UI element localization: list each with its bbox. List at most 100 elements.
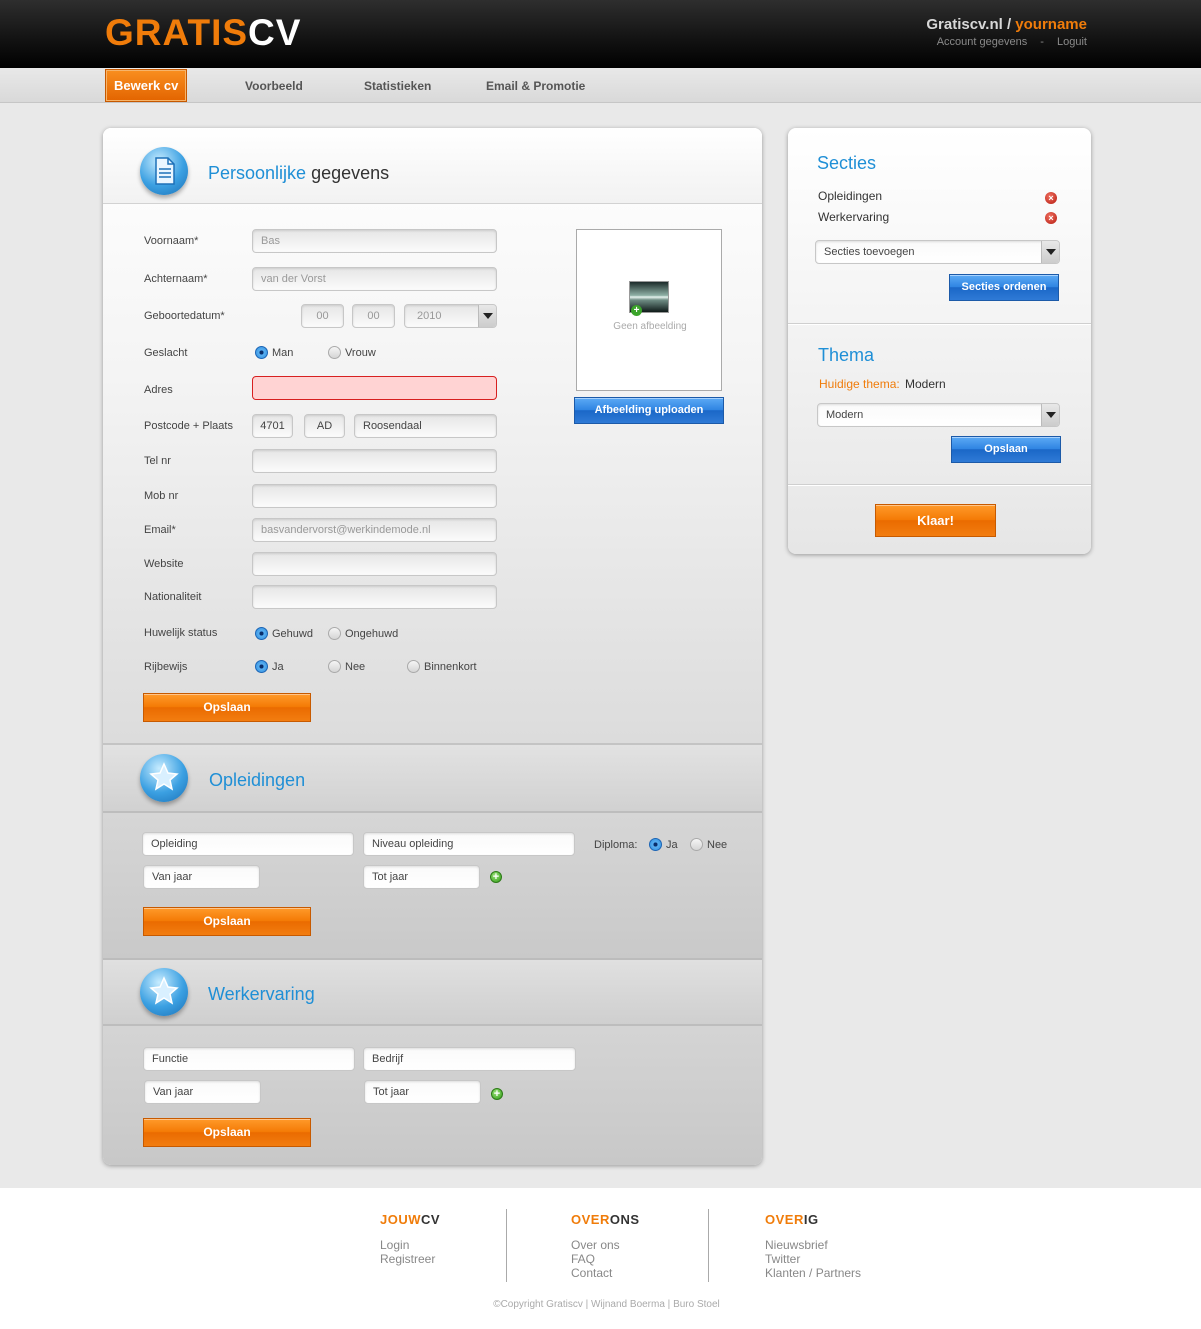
footer-link-klanten-partners[interactable]: Klanten / Partners xyxy=(765,1266,861,1280)
footer-link-over-ons[interactable]: Over ons xyxy=(571,1238,640,1252)
footer-col-overons: OVERONS Over ons FAQ Contact xyxy=(571,1212,640,1280)
tel-input[interactable] xyxy=(252,449,497,473)
nav-email-promotie[interactable]: Email & Promotie xyxy=(486,68,585,103)
license-radio-binnenkort[interactable]: Binnenkort xyxy=(407,660,487,673)
radio-checked-icon xyxy=(255,346,268,359)
footer-link-twitter[interactable]: Twitter xyxy=(765,1252,861,1266)
account-settings-link[interactable]: Account gegevens xyxy=(937,36,1028,48)
postcode-digits-input[interactable]: 4701 xyxy=(252,414,293,438)
work-save-button[interactable]: Opslaan xyxy=(143,1118,311,1147)
account-area: Gratiscv.nl / yourname Account gegevens … xyxy=(926,16,1087,48)
education-to-year-input[interactable]: Tot jaar xyxy=(363,865,480,889)
gender-radio-vrouw-label: Vrouw xyxy=(345,347,376,359)
chevron-down-icon xyxy=(478,305,496,327)
voornaam-label: Voornaam* xyxy=(144,235,199,247)
achternaam-input[interactable]: van der Vorst xyxy=(252,267,497,291)
photo-preview: + Geen afbeelding xyxy=(576,229,722,391)
chevron-down-icon xyxy=(1041,404,1059,426)
adres-label: Adres xyxy=(144,384,173,396)
marital-radio-ongehuwd-label: Ongehuwd xyxy=(345,628,399,640)
functie-input[interactable]: Functie xyxy=(143,1047,355,1071)
bedrijf-input[interactable]: Bedrijf xyxy=(363,1047,576,1071)
section-item-werkervaring: Werkervaring xyxy=(818,210,890,224)
done-button[interactable]: Klaar! xyxy=(875,504,996,537)
username[interactable]: yourname xyxy=(1015,16,1087,33)
footer-separator xyxy=(506,1209,507,1282)
theme-save-button[interactable]: Opslaan xyxy=(951,436,1061,463)
footer-heading-accent: OVER xyxy=(571,1212,610,1227)
diploma-radio-nee[interactable]: Nee xyxy=(690,838,735,851)
marital-radio-gehuwd-label: Gehuwd xyxy=(272,628,313,640)
add-image-icon: + xyxy=(631,305,642,316)
theme-select[interactable]: Modern xyxy=(817,403,1060,427)
account-links: Account gegevens - Loguit xyxy=(926,36,1087,48)
education-section-title: Opleidingen xyxy=(209,770,306,790)
footer-heading-accent: JOUW xyxy=(380,1212,421,1227)
opleiding-input[interactable]: Opleiding xyxy=(142,832,354,856)
postcode-label: Postcode + Plaats xyxy=(144,420,233,432)
nationaliteit-label: Nationaliteit xyxy=(144,591,202,603)
marital-radio-ongehuwd[interactable]: Ongehuwd xyxy=(328,627,408,640)
birth-month-input[interactable]: 00 xyxy=(352,304,395,328)
work-to-year-input[interactable]: Tot jaar xyxy=(364,1080,481,1104)
logout-link[interactable]: Loguit xyxy=(1057,36,1087,48)
rijbewijs-label: Rijbewijs xyxy=(144,661,188,673)
footer-link-registreer[interactable]: Registreer xyxy=(380,1252,440,1266)
diploma-radio-ja[interactable]: Ja xyxy=(649,838,689,851)
site-name[interactable]: Gratiscv.nl xyxy=(926,16,1002,33)
diploma-radio-ja-label: Ja xyxy=(666,839,678,851)
nav-bewerk-cv[interactable]: Bewerk cv xyxy=(105,69,188,102)
nav-voorbeeld[interactable]: Voorbeeld xyxy=(245,68,303,103)
niveau-opleiding-input[interactable]: Niveau opleiding xyxy=(363,832,575,856)
license-radio-nee[interactable]: Nee xyxy=(328,660,373,673)
education-from-year-input[interactable]: Van jaar xyxy=(143,865,260,889)
add-work-icon[interactable]: + xyxy=(491,1088,503,1100)
nav-statistieken[interactable]: Statistieken xyxy=(364,68,431,103)
order-sections-button[interactable]: Secties ordenen xyxy=(949,274,1059,301)
add-education-icon[interactable]: + xyxy=(490,871,502,883)
upload-image-button[interactable]: Afbeelding uploaden xyxy=(574,397,724,424)
radio-unchecked-icon xyxy=(328,627,341,640)
footer-link-login[interactable]: Login xyxy=(380,1238,440,1252)
website-input[interactable] xyxy=(252,552,497,576)
footer-heading-rest: CV xyxy=(421,1212,441,1227)
gender-radio-vrouw[interactable]: Vrouw xyxy=(328,346,388,359)
remove-section-icon[interactable]: × xyxy=(1045,192,1057,204)
personal-save-button[interactable]: Opslaan xyxy=(143,693,311,722)
nationaliteit-input[interactable] xyxy=(252,585,497,609)
logo[interactable]: GRATISCV xyxy=(105,13,301,53)
birth-day-input[interactable]: 00 xyxy=(301,304,344,328)
footer-heading-accent: OVER xyxy=(765,1212,804,1227)
footer: JOUWCV Login Registreer OVERONS Over ons… xyxy=(0,1188,1201,1329)
license-radio-ja[interactable]: Ja xyxy=(255,660,295,673)
footer-link-faq[interactable]: FAQ xyxy=(571,1252,640,1266)
footer-link-contact[interactable]: Contact xyxy=(571,1266,640,1280)
footer-link-nieuwsbrief[interactable]: Nieuwsbrief xyxy=(765,1238,861,1252)
theme-select-value: Modern xyxy=(826,409,864,421)
footer-col-overig: OVERIG Nieuwsbrief Twitter Klanten / Par… xyxy=(765,1212,861,1280)
star-icon xyxy=(140,968,188,1016)
personal-title-highlight: Persoonlijke xyxy=(208,163,307,183)
education-save-button[interactable]: Opslaan xyxy=(143,907,311,936)
email-input[interactable]: basvandervorst@werkindemode.nl xyxy=(252,518,497,542)
education-section: Opleidingen Opleiding Niveau opleiding D… xyxy=(103,743,762,958)
mob-input[interactable] xyxy=(252,484,497,508)
marital-radio-gehuwd[interactable]: Gehuwd xyxy=(255,627,325,640)
sidebar-panel: Secties Opleidingen × Werkervaring × Sec… xyxy=(788,128,1091,554)
footer-col-heading: JOUWCV xyxy=(380,1212,440,1227)
adres-input[interactable] xyxy=(252,376,497,400)
chevron-down-icon xyxy=(1041,241,1059,263)
voornaam-input[interactable]: Bas xyxy=(252,229,497,253)
mob-label: Mob nr xyxy=(144,490,179,502)
remove-section-icon[interactable]: × xyxy=(1045,212,1057,224)
star-icon xyxy=(140,754,188,802)
work-from-year-input[interactable]: Van jaar xyxy=(144,1080,261,1104)
sidebar-divider xyxy=(788,484,1091,486)
main-nav: Bewerk cv Voorbeeld Statistieken Email &… xyxy=(0,68,1201,103)
plaats-input[interactable]: Roosendaal xyxy=(354,414,497,438)
postcode-letters-input[interactable]: AD xyxy=(304,414,345,438)
birth-year-select[interactable]: 2010 xyxy=(404,304,497,328)
gender-radio-man[interactable]: Man xyxy=(255,346,305,359)
work-section: Werkervaring Functie Bedrijf Van jaar To… xyxy=(103,958,762,1165)
add-section-select[interactable]: Secties toevoegen xyxy=(815,240,1060,264)
